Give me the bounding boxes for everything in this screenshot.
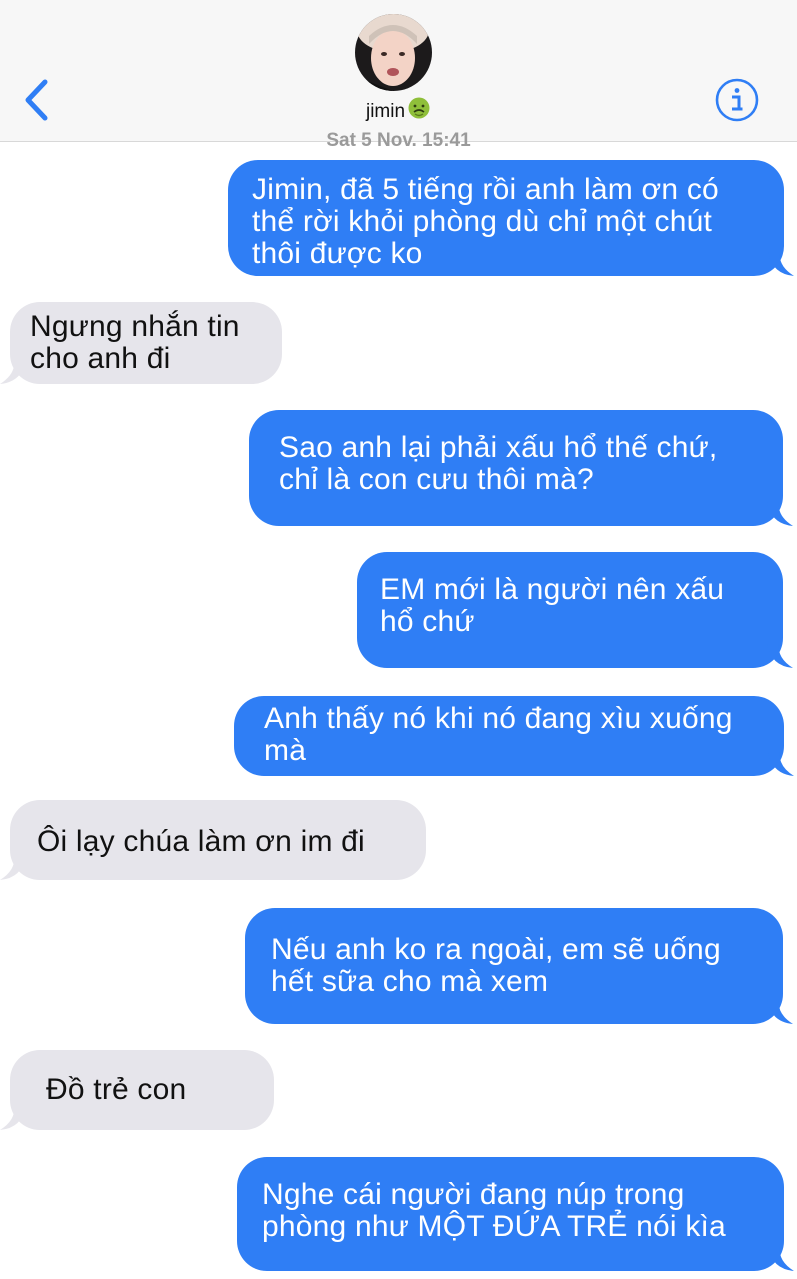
bubble-tail (0, 1106, 26, 1130)
message-text: Sao anh lại phải xấu hổ thế chứ, chỉ là … (279, 431, 718, 496)
message-text: Ôi lạy chúa làm ơn im đi (37, 825, 365, 858)
contact-name[interactable]: jimin (0, 96, 797, 126)
message-bubble-sent[interactable]: Nghe cái người đang núp trong phòng như … (237, 1157, 794, 1271)
conversation-timestamp: Sat 5 Nov, 15:41 (326, 130, 471, 146)
message-bubble-received[interactable]: Ngưng nhắn tin cho anh đi (0, 302, 282, 384)
message-text: EM mới là người nên xấu hổ chứ (380, 573, 725, 638)
bubble-tail (768, 752, 794, 776)
bubble-tail (768, 1247, 794, 1271)
message-text: Nghe cái người đang núp trong phòng như … (262, 1178, 726, 1243)
bubble-tail (767, 502, 793, 526)
message-bubble-sent[interactable]: Jimin, đã 5 tiếng rồi anh làm ơn có thể … (228, 160, 794, 276)
message-bubble-sent[interactable]: EM mới là người nên xấu hổ chứ (357, 552, 793, 668)
bubble-tail (0, 856, 26, 880)
info-button[interactable] (714, 77, 760, 123)
message-text: Ngưng nhắn tin cho anh đi (30, 310, 240, 375)
contact-avatar[interactable] (355, 14, 432, 91)
message-text: Đồ trẻ con (46, 1073, 187, 1106)
contact-name-text: jimin (365, 101, 406, 122)
message-text: Nếu anh ko ra ngoài, em sẽ uống hết sữa … (271, 933, 721, 998)
bubble-tail (767, 644, 793, 668)
message-bubble-sent[interactable]: Nếu anh ko ra ngoài, em sẽ uống hết sữa … (245, 908, 793, 1024)
bubble-tail (768, 252, 794, 276)
info-icon (715, 78, 759, 122)
message-text: Anh thấy nó khi nó đang xìu xuống mà (264, 702, 733, 767)
conversation-header: jimin (0, 0, 797, 142)
bubble-tail (767, 1000, 793, 1024)
nauseated-face-icon (407, 96, 431, 126)
message-text: Jimin, đã 5 tiếng rồi anh làm ơn có thể … (252, 173, 719, 270)
message-bubble-received[interactable]: Đồ trẻ con (0, 1050, 274, 1130)
message-bubble-sent[interactable]: Anh thấy nó khi nó đang xìu xuống mà (234, 696, 794, 776)
bubble-tail (0, 360, 26, 384)
message-bubble-sent[interactable]: Sao anh lại phải xấu hổ thế chứ, chỉ là … (249, 410, 793, 526)
message-bubble-received[interactable]: Ôi lạy chúa làm ơn im đi (0, 800, 426, 880)
